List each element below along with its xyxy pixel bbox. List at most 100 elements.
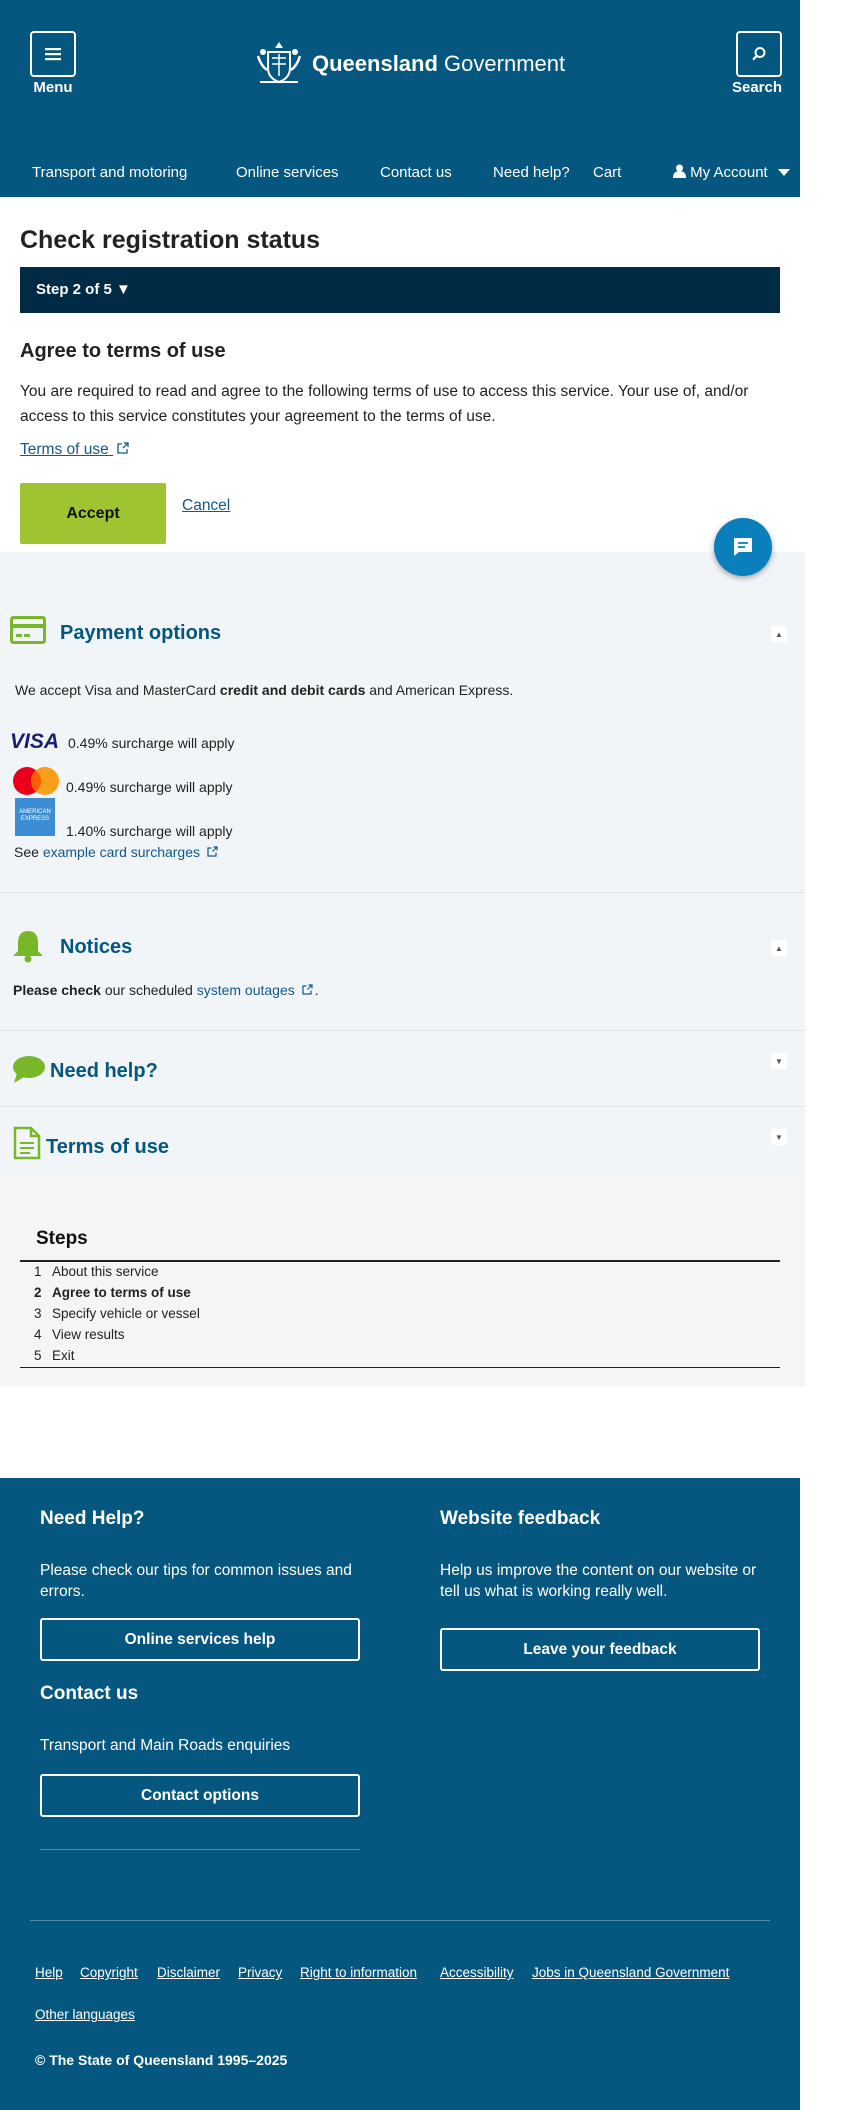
leave-feedback-button[interactable]: Leave your feedback bbox=[440, 1628, 760, 1671]
visa-logo: VISA bbox=[10, 730, 60, 753]
amex-surcharge: 1.40% surcharge will apply bbox=[66, 823, 233, 839]
step-label: Exit bbox=[52, 1348, 75, 1363]
footer-link-help[interactable]: Help bbox=[35, 1965, 63, 1980]
expand-caret-icon[interactable]: ▼ bbox=[771, 1053, 787, 1069]
document-icon bbox=[13, 1126, 41, 1160]
chat-icon bbox=[734, 538, 752, 556]
section-heading: Agree to terms of use bbox=[20, 340, 226, 362]
footer-link-accessibility[interactable]: Accessibility bbox=[440, 1965, 514, 1980]
footer-feedback-text: Help us improve the content on our websi… bbox=[440, 1562, 757, 1600]
step-indicator[interactable]: Step 2 of 5 ▼ bbox=[20, 267, 780, 313]
panel-divider bbox=[0, 1030, 805, 1031]
site-footer: Need Help? Please check our tips for com… bbox=[0, 1478, 800, 2110]
step-number: 1 bbox=[34, 1264, 42, 1279]
footer-link-disclaimer[interactable]: Disclaimer bbox=[157, 1965, 220, 1980]
nav-contact-us[interactable]: Contact us bbox=[380, 164, 452, 181]
footer-feedback-title: Website feedback bbox=[440, 1508, 601, 1529]
search-label[interactable]: Search bbox=[717, 79, 797, 96]
cancel-link[interactable]: Cancel bbox=[182, 497, 230, 515]
menu-label[interactable]: Menu bbox=[13, 79, 93, 96]
contact-options-button[interactable]: Contact options bbox=[40, 1774, 360, 1817]
page-title: Check registration status bbox=[20, 226, 321, 254]
nav-transport[interactable]: Transport and motoring bbox=[32, 164, 187, 181]
nav-online-services[interactable]: Online services bbox=[236, 164, 339, 181]
step-number: 5 bbox=[34, 1348, 42, 1363]
step-label: View results bbox=[52, 1327, 125, 1342]
see-label: See bbox=[14, 844, 39, 860]
mastercard-surcharge: 0.49% surcharge will apply bbox=[66, 779, 233, 795]
step-item: 5 Exit bbox=[34, 1348, 75, 1363]
step-item: 1 About this service bbox=[34, 1264, 159, 1279]
notices-text: Please check our scheduled system outage… bbox=[13, 982, 319, 998]
footer-contact-title: Contact us bbox=[40, 1683, 139, 1704]
footer-link-rti[interactable]: Right to information bbox=[300, 1965, 417, 1980]
terms-of-use-link[interactable]: Terms of use bbox=[20, 441, 129, 459]
notices-bold: Please check bbox=[13, 982, 101, 998]
footer-link-languages[interactable]: Other languages bbox=[35, 2007, 135, 2022]
accept-button[interactable]: Accept bbox=[20, 483, 166, 544]
step-item: 3 Specify vehicle or vessel bbox=[34, 1306, 200, 1321]
payment-accept-text: We accept Visa and MasterCard credit and… bbox=[15, 682, 513, 698]
visa-surcharge: 0.49% surcharge will apply bbox=[68, 735, 235, 751]
external-link-icon bbox=[302, 984, 313, 995]
nav-cart[interactable]: Cart bbox=[593, 164, 621, 181]
step-label: Specify vehicle or vessel bbox=[52, 1306, 200, 1321]
external-link-icon bbox=[117, 442, 129, 454]
external-link-icon bbox=[207, 846, 218, 857]
step-label: About this service bbox=[52, 1264, 159, 1279]
qld-government-logo[interactable]: Queensland Government bbox=[254, 38, 565, 90]
notices-title[interactable]: Notices bbox=[60, 936, 132, 959]
footer-divider bbox=[40, 1849, 360, 1850]
footer-divider bbox=[30, 1920, 770, 1921]
collapse-caret-icon[interactable]: ▲ bbox=[771, 626, 787, 642]
step-number: 2 bbox=[34, 1285, 42, 1300]
footer-link-copyright[interactable]: Copyright bbox=[80, 1965, 138, 1980]
nav-need-help[interactable]: Need help? bbox=[493, 164, 570, 181]
mastercard-logo bbox=[13, 767, 59, 795]
footer-link-privacy[interactable]: Privacy bbox=[238, 1965, 282, 1980]
bell-icon bbox=[13, 931, 43, 963]
online-services-help-button[interactable]: Online services help bbox=[40, 1618, 360, 1661]
search-icon bbox=[752, 47, 766, 61]
footer-need-help-title: Need Help? bbox=[40, 1508, 145, 1529]
notices-end: . bbox=[314, 982, 319, 998]
steps-divider bbox=[20, 1367, 780, 1368]
expand-caret-icon[interactable]: ▼ bbox=[771, 1129, 787, 1145]
step-number: 3 bbox=[34, 1306, 42, 1321]
credit-card-icon bbox=[10, 616, 46, 644]
footer-contact-text: Transport and Main Roads enquiries bbox=[40, 1737, 291, 1754]
menu-button[interactable] bbox=[30, 31, 76, 77]
search-button[interactable] bbox=[736, 31, 782, 77]
step-item-current: 2 Agree to terms of use bbox=[34, 1285, 191, 1300]
user-icon bbox=[673, 164, 686, 178]
terms-section-title[interactable]: Terms of use bbox=[46, 1136, 169, 1159]
chevron-down-icon bbox=[777, 169, 790, 176]
coat-of-arms-icon bbox=[256, 42, 302, 84]
speech-bubble-icon bbox=[13, 1056, 45, 1083]
footer-link-jobs[interactable]: Jobs in Queensland Government bbox=[532, 1965, 729, 1980]
nav-my-account[interactable]: My Account bbox=[673, 164, 790, 181]
terms-link-text: Terms of use bbox=[20, 441, 109, 458]
chat-button[interactable] bbox=[714, 518, 772, 576]
collapse-caret-icon[interactable]: ▲ bbox=[771, 940, 787, 956]
step-label: Agree to terms of use bbox=[52, 1285, 191, 1300]
terms-paragraph: You are required to read and agree to th… bbox=[20, 383, 749, 425]
menu-icon bbox=[45, 48, 61, 61]
payment-accept-pre: We accept Visa and MasterCard bbox=[15, 682, 220, 698]
payment-accept-bold: credit and debit cards bbox=[219, 682, 366, 698]
payment-options-title[interactable]: Payment options bbox=[60, 622, 221, 645]
surcharge-line: See example card surcharges bbox=[14, 844, 218, 860]
step-item: 4 View results bbox=[34, 1327, 125, 1342]
step-number: 4 bbox=[34, 1327, 42, 1342]
panel-divider bbox=[0, 1106, 805, 1107]
steps-title: Steps bbox=[36, 1228, 88, 1249]
amex-logo: AMERICAN EXPRESS bbox=[15, 798, 55, 836]
system-outages-link[interactable]: system outages bbox=[197, 982, 295, 998]
footer-need-help-text: Please check our tips for common issues … bbox=[40, 1562, 352, 1600]
need-help-title[interactable]: Need help? bbox=[50, 1060, 158, 1083]
payment-accept-post: and American Express. bbox=[365, 682, 514, 698]
example-surcharges-link[interactable]: example card surcharges bbox=[43, 844, 200, 860]
copyright-notice: © The State of Queensland 1995–2025 bbox=[35, 2052, 288, 2068]
logo-text-bold: Queensland bbox=[312, 51, 438, 76]
site-header: Menu Queensland Government Search Transp… bbox=[0, 0, 800, 197]
